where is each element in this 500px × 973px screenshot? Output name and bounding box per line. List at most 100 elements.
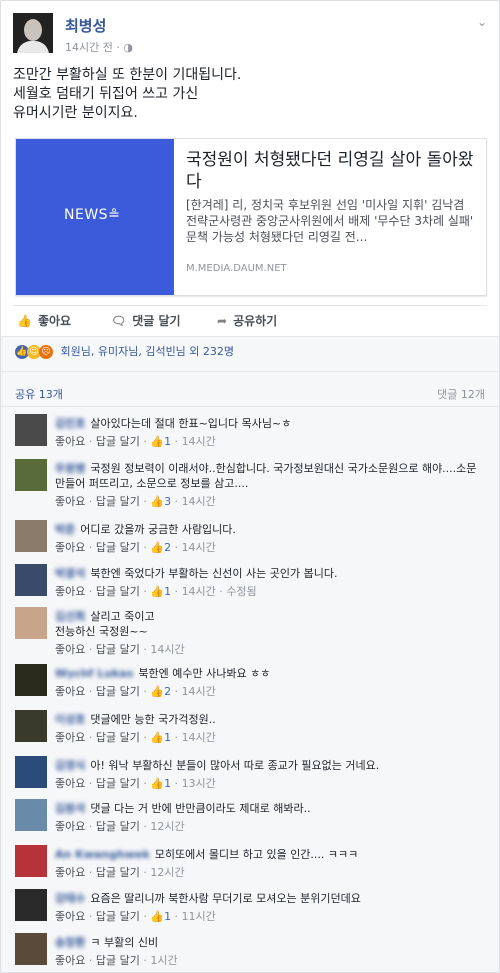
commenter-name[interactable]: 김민호 [55,417,85,430]
commenter-avatar[interactable] [15,845,47,877]
link-thumbnail[interactable]: NEWS≗ [16,139,174,295]
commenter-avatar[interactable] [15,459,47,491]
commenter-name[interactable]: 김선희 [55,610,85,623]
comment-time[interactable]: 14시간 [182,495,216,508]
commenter-avatar[interactable] [15,710,47,742]
commenter-name[interactable]: 송창환 [55,936,85,949]
comment-like-link[interactable]: 좋아요 [55,954,85,967]
comment-reply-link[interactable]: 답글 달기 [96,541,140,554]
comment-like-count[interactable]: 👍3 [150,495,171,508]
comment-reply-link[interactable]: 답글 달기 [96,777,140,790]
comment-reply-link[interactable]: 답글 달기 [96,643,140,656]
comment-like-link[interactable]: 좋아요 [55,435,85,448]
post-text-line: 유머시기란 분이지요. [13,105,138,121]
shares-count[interactable]: 공유 13개 [15,386,63,402]
commenter-avatar[interactable] [15,607,47,639]
comment-reply-link[interactable]: 답글 달기 [96,910,140,923]
comment-like-count[interactable]: 👍1 [150,910,171,923]
comment-body: 댓글에만 능한 국가걱정원.. [90,713,216,726]
post-time[interactable]: 14시간 전 [65,41,113,54]
comment-like-count[interactable]: 👍1 [150,777,171,790]
news-logo-mark: ≗ [108,207,121,223]
comment-reply-link[interactable]: 답글 달기 [96,495,140,508]
comment-like-link[interactable]: 좋아요 [55,777,85,790]
comment-like-count[interactable]: 👍2 [150,685,171,698]
comment-actions: 좋아요 · 답글 달기 · 👍1 · 14시간 [55,731,216,744]
comment-like-link[interactable]: 좋아요 [55,643,85,656]
thumbs-up-icon: 👍 [17,314,32,328]
comment-like-count[interactable]: 👍1 [150,731,171,744]
commenter-avatar[interactable] [15,933,47,965]
comment-time[interactable]: 11시간 [182,910,216,923]
comment-time[interactable]: 1시간 [150,954,177,967]
comment-time[interactable]: 14시간 [182,685,216,698]
link-preview[interactable]: NEWS≗ 국정원이 처형됐다던 리영길 살아 돌아왔다 [한겨레] 리, 정치… [15,138,487,296]
author-avatar[interactable] [13,13,53,53]
commenter-name[interactable]: 강태수 [55,892,85,905]
comment-like-link[interactable]: 좋아요 [55,685,85,698]
comment-time[interactable]: 13시간 [182,777,216,790]
comment-like-count[interactable]: 👍2 [150,541,171,554]
author-name[interactable]: 최병성 [65,15,106,36]
comment-reply-link[interactable]: 답글 달기 [96,866,140,879]
comment-like-count[interactable]: 👍1 [150,435,171,448]
commenter-avatar[interactable] [15,414,47,446]
post-text-line: 세월호 덤태기 뒤집어 쓰고 가신 [13,86,199,102]
commenter-name[interactable]: 박준 [55,523,75,536]
comment-time[interactable]: 12시간 [150,866,184,879]
comments-count[interactable]: 댓글 12개 [437,386,485,402]
commenter-name[interactable]: 이성호 [55,713,85,726]
comment-reply-link[interactable]: 답글 달기 [96,820,140,833]
comment-time[interactable]: 14시간 [182,585,216,598]
commenter-avatar[interactable] [15,889,47,921]
comment-like-link[interactable]: 좋아요 [55,866,85,879]
comment-like-link[interactable]: 좋아요 [55,585,85,598]
like-button[interactable]: 👍 좋아요 [17,312,71,329]
comment-like-link[interactable]: 좋아요 [55,731,85,744]
commenter-name[interactable]: 우원병 [55,462,85,475]
link-domain: M.MEDIA.DAUM.NET [186,263,287,274]
comment-actions: 좋아요 · 답글 달기 · 👍1 · 13시간 [55,777,216,790]
comment-reply-link[interactable]: 답글 달기 [96,954,140,967]
divider [1,371,499,372]
commenter-name[interactable]: 김원석 [55,802,85,815]
thumbs-up-icon: 👍 [150,435,165,448]
globe-icon: ◑ [123,41,133,54]
commenter-avatar[interactable] [15,664,47,696]
comment-time[interactable]: 14시간 [182,435,216,448]
commenter-name[interactable]: Wychf Lukas [55,667,133,680]
comment-like-link[interactable]: 좋아요 [55,541,85,554]
comment-like-link[interactable]: 좋아요 [55,820,85,833]
commenter-avatar[interactable] [15,520,47,552]
commenter-avatar[interactable] [15,756,47,788]
commenter-name[interactable]: An Kwanghwek [55,848,150,861]
chevron-down-icon[interactable]: ⌄ [477,15,487,29]
comment-time[interactable]: 14시간 [182,541,216,554]
comment-button[interactable]: 🗨 댓글 달기 [111,312,181,329]
post-meta: 14시간 전 · ◑ [65,39,133,55]
comment-text: 김원석 댓글 다는 거 반에 반만큼이라도 제대로 해봐라.. [55,801,485,816]
comment-time[interactable]: 12시간 [150,820,184,833]
comment-like-link[interactable]: 좋아요 [55,910,85,923]
link-title[interactable]: 국정원이 처형됐다던 리영길 살아 돌아왔다 [186,149,478,193]
commenter-name[interactable]: 박광석 [55,567,85,580]
share-button[interactable]: ➦ 공유하기 [217,312,277,329]
comment-reply-link[interactable]: 답글 달기 [96,685,140,698]
comment-time[interactable]: 14시간 [150,643,184,656]
commenter-name[interactable]: 김영식 [55,759,85,772]
comment-reply-link[interactable]: 답글 달기 [96,435,140,448]
news-logo: NEWS≗ [64,207,121,223]
comment-like-link[interactable]: 좋아요 [55,495,85,508]
reactions-summary[interactable]: 👍 ☺ ☹ 회원님, 유미자님, 김석빈님 외 232명 [15,343,234,365]
comment-reply-link[interactable]: 답글 달기 [96,731,140,744]
commenter-avatar[interactable] [15,799,47,831]
comment-time[interactable]: 14시간 [182,731,216,744]
comment-body: 국정원 정보력이 이래서야..한심합니다. 국가정보원대신 국가소문원으로 해야… [55,462,477,490]
post-actions: 👍 좋아요 🗨 댓글 달기 ➦ 공유하기 [13,305,487,336]
comment-like-count[interactable]: 👍1 [150,585,171,598]
commenter-avatar[interactable] [15,564,47,596]
comment-body: 북한엔 죽었다가 부활하는 신선이 사는 곳인가 봅니다. [90,567,338,580]
comment-body: 아! 워낙 부활하신 분들이 많아서 따로 종교가 필요없는 거네요. [90,759,380,772]
edited-label[interactable]: 수정됨 [226,585,256,598]
comment-reply-link[interactable]: 답글 달기 [96,585,140,598]
